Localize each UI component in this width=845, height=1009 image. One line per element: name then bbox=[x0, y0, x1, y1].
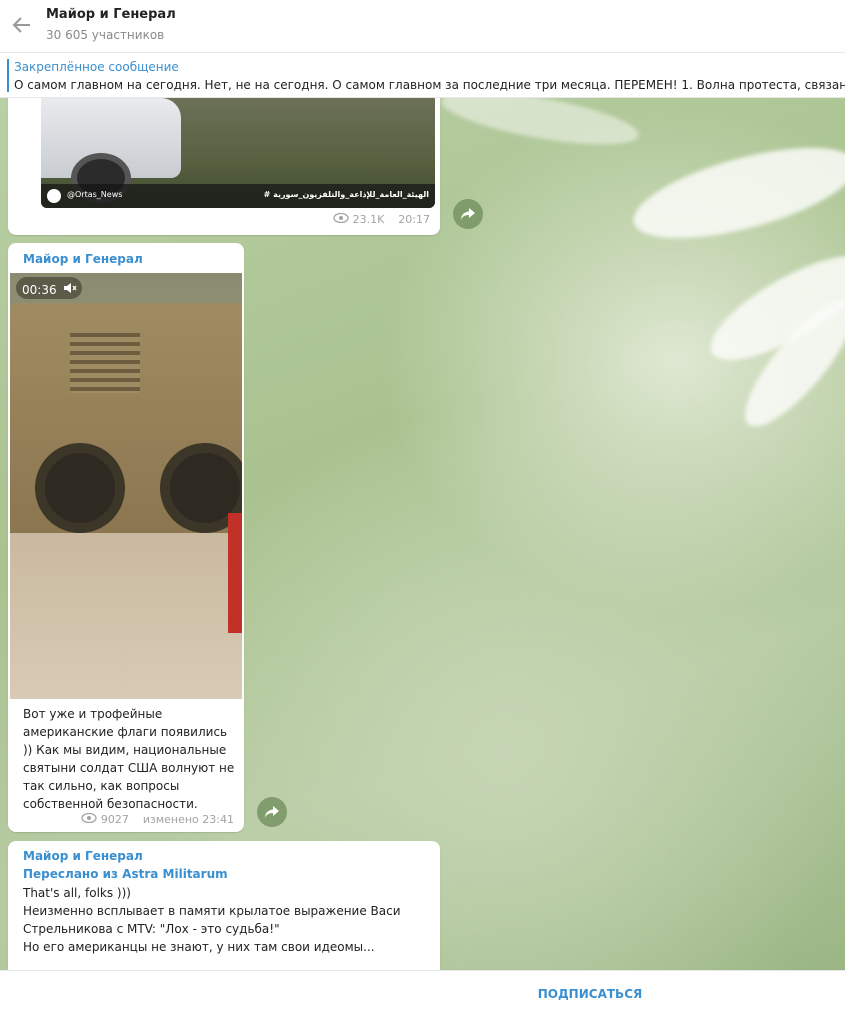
chat-header: Майор и Генерал 30 605 участников bbox=[0, 0, 845, 53]
message-bubble[interactable]: Майор и Генерал Переслано из Astra Milit… bbox=[8, 841, 440, 970]
view-count: 9027 bbox=[100, 813, 129, 826]
muted-speaker-icon[interactable] bbox=[63, 282, 77, 297]
message-bubble[interactable]: @Ortas_News # الهيئة_العامة_للإذاعة_والت… bbox=[8, 98, 440, 235]
pinned-text: О самом главном на сегодня. Нет, не на с… bbox=[14, 78, 845, 92]
message-line: Неизменно всплывает в памяти крылатое вы… bbox=[23, 904, 401, 936]
video-duration: 00:36 bbox=[22, 282, 77, 297]
message-line: Но его американцы не знают, у них там св… bbox=[23, 940, 375, 954]
pinned-message[interactable]: Закреплённое сообщение О самом главном н… bbox=[0, 53, 845, 98]
pinned-title: Закреплённое сообщение bbox=[14, 60, 179, 74]
member-count: 30 605 участников bbox=[46, 28, 165, 42]
message-meta: 9027 изменено 23:41 bbox=[81, 812, 234, 826]
forwarded-from[interactable]: Переслано из Astra Militarum bbox=[23, 867, 228, 881]
message-time: 20:17 bbox=[398, 213, 430, 226]
sender-name[interactable]: Майор и Генерал bbox=[23, 849, 143, 863]
views-icon bbox=[332, 212, 349, 226]
red-flag-shape bbox=[228, 513, 242, 633]
video-thumbnail[interactable]: @Ortas_News # الهيئة_العامة_للإذاعة_والت… bbox=[41, 98, 435, 208]
video-handle: @Ortas_News bbox=[67, 190, 123, 199]
back-arrow-icon[interactable] bbox=[10, 13, 34, 37]
sender-name[interactable]: Майор и Генерал bbox=[23, 252, 143, 266]
chat-area[interactable]: @Ortas_News # الهيئة_العامة_للإذاعة_والت… bbox=[0, 98, 845, 970]
video-arabic-caption: # الهيئة_العامة_للإذاعة_والتلفزيون_سورية bbox=[263, 190, 429, 199]
video-thumbnail[interactable]: 00:36 bbox=[10, 273, 242, 699]
truck-grille-shape bbox=[70, 333, 140, 393]
telegram-icon bbox=[47, 189, 61, 203]
truck-wheel-shape bbox=[35, 443, 125, 533]
message-line: That's all, folks ))) bbox=[23, 886, 131, 900]
pinned-accent-bar bbox=[7, 59, 9, 92]
bottom-bar: Подписаться bbox=[0, 970, 845, 1009]
message-meta: 23.1K 20:17 bbox=[332, 212, 430, 226]
message-text: Вот уже и трофейные американские флаги п… bbox=[23, 707, 235, 811]
video-duration-text: 00:36 bbox=[22, 282, 57, 297]
views-icon bbox=[81, 812, 97, 826]
share-icon[interactable] bbox=[257, 797, 287, 827]
video-ground-shape bbox=[10, 533, 242, 699]
message-text: That's all, folks ))) Неизменно всплывае… bbox=[23, 884, 428, 956]
message-bubble[interactable]: Майор и Генерал 00:36 Вот уже и трофейны… bbox=[8, 243, 244, 832]
chat-title[interactable]: Майор и Генерал bbox=[46, 7, 176, 22]
share-icon[interactable] bbox=[453, 199, 483, 229]
subscribe-button[interactable]: Подписаться bbox=[0, 971, 845, 1009]
background-petal bbox=[438, 98, 642, 156]
message-time: изменено 23:41 bbox=[142, 813, 234, 826]
video-caption-bar: @Ortas_News # الهيئة_العامة_للإذاعة_والت… bbox=[41, 184, 435, 208]
view-count: 23.1K bbox=[352, 213, 385, 226]
background-petal bbox=[624, 129, 845, 257]
